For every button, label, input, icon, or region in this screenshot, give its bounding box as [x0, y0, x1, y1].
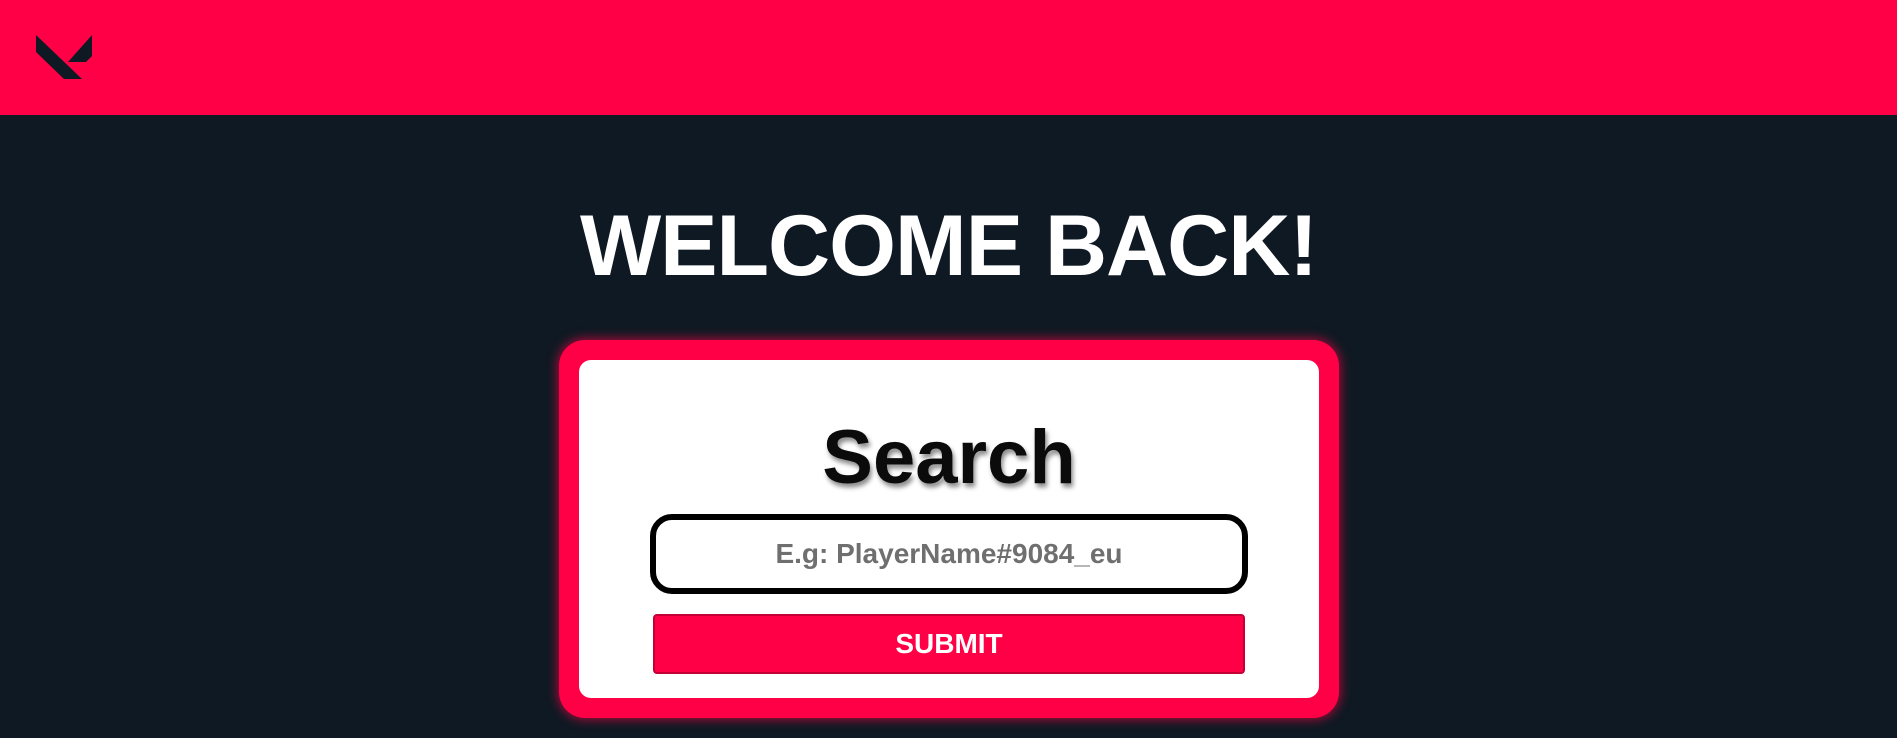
search-title: Search	[822, 415, 1076, 500]
submit-button[interactable]: SUBMIT	[653, 614, 1245, 674]
search-card: Search SUBMIT	[559, 340, 1339, 718]
top-bar	[0, 0, 1897, 115]
welcome-heading: WELCOME BACK!	[579, 198, 1318, 294]
valorant-logo-icon[interactable]	[34, 32, 94, 80]
player-search-input[interactable]	[650, 514, 1248, 594]
search-card-body: Search SUBMIT	[579, 360, 1319, 698]
